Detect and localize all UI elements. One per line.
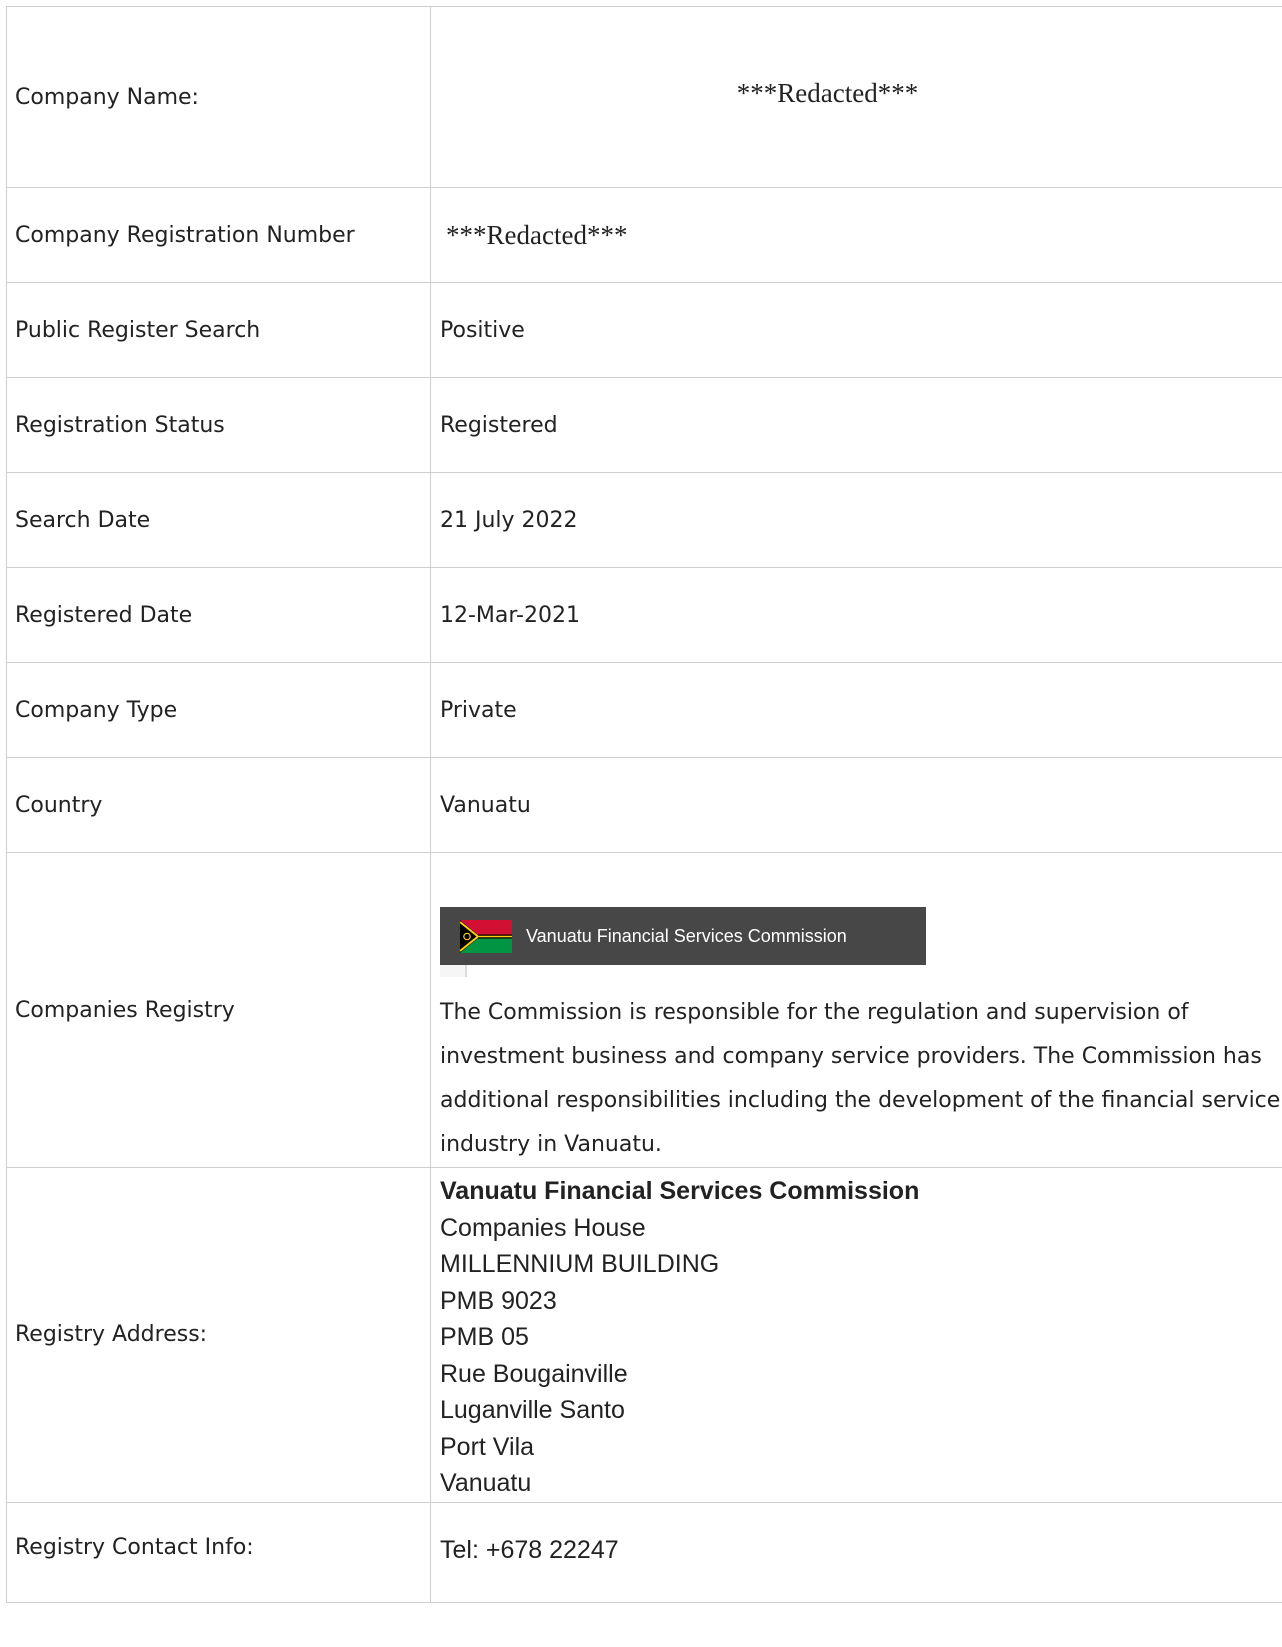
table-row: Registry Address: Vanuatu Financial Serv… <box>6 1167 1282 1503</box>
address-line: MILLENNIUM BUILDING <box>440 1250 720 1278</box>
company-details-table: Company Name: ***Redacted*** Company Reg… <box>6 6 1282 1603</box>
companies-registry-cell: Vanuatu Financial Services Commission Th… <box>430 852 1282 1168</box>
company-name-cell: ***Redacted*** <box>430 6 1282 188</box>
banner-tab-mark <box>440 965 467 977</box>
address-line: Vanuatu <box>440 1469 532 1497</box>
registry-address-cell: Vanuatu Financial Services Commission Co… <box>430 1167 1282 1503</box>
address-line: Rue Bougainville <box>440 1359 628 1388</box>
country-value: Vanuatu <box>430 757 1282 853</box>
registry-address-name: Vanuatu Financial Services Commission <box>440 1177 920 1205</box>
table-row: Company Registration Number ***Redacted*… <box>6 187 1282 283</box>
table-row: Registered Date 12-Mar-2021 <box>6 567 1282 663</box>
search-date-label: Search Date <box>6 472 431 568</box>
company-name-value: ***Redacted*** <box>736 77 919 108</box>
country-label: Country <box>6 757 431 853</box>
table-row: Search Date 21 July 2022 <box>6 472 1282 568</box>
registered-date-value: 12-Mar-2021 <box>430 567 1282 663</box>
address-line: PMB 9023 <box>440 1286 557 1315</box>
table-row: Registry Contact Info: Tel: +678 22247 <box>6 1501 1282 1603</box>
table-row: Company Name: ***Redacted*** <box>6 6 1282 188</box>
table-row: Registration Status Registered <box>6 377 1282 473</box>
address-line: Port Vila <box>440 1432 535 1461</box>
companies-registry-label: Companies Registry <box>6 852 431 1168</box>
search-date-value: 21 July 2022 <box>430 472 1282 568</box>
registry-banner: Vanuatu Financial Services Commission <box>440 907 926 965</box>
registry-description: The Commission is responsible for the re… <box>440 1000 1281 1157</box>
company-type-label: Company Type <box>6 662 431 758</box>
address-line: PMB 05 <box>440 1323 529 1351</box>
registry-banner-text: Vanuatu Financial Services Commission <box>526 925 847 946</box>
registration-status-value: Registered <box>430 377 1282 473</box>
registration-number-label: Company Registration Number <box>6 187 431 283</box>
table-row: Company Type Private <box>6 662 1282 758</box>
company-type-value: Private <box>430 662 1282 758</box>
registration-status-label: Registration Status <box>6 377 431 473</box>
public-register-search-value: Positive <box>430 282 1282 378</box>
registry-contact-cell: Tel: +678 22247 <box>430 1501 1282 1603</box>
table-row: Public Register Search Positive <box>6 282 1282 378</box>
table-row: Companies Registry Vanuatu Financial Ser… <box>6 852 1282 1168</box>
registry-contact-value: Tel: +678 22247 <box>440 1535 619 1564</box>
registration-number-cell: ***Redacted*** <box>430 187 1282 283</box>
public-register-search-label: Public Register Search <box>6 282 431 378</box>
banner-underline <box>440 965 926 977</box>
table-row: Country Vanuatu <box>6 757 1282 853</box>
registered-date-label: Registered Date <box>6 567 431 663</box>
address-line: Companies House <box>440 1213 646 1242</box>
address-line: Luganville Santo <box>440 1396 625 1424</box>
registry-address: Vanuatu Financial Services Commission Co… <box>440 1173 1282 1502</box>
registry-contact-label: Registry Contact Info: <box>6 1501 431 1603</box>
company-name-label: Company Name: <box>6 6 431 188</box>
registry-address-label: Registry Address: <box>6 1167 431 1503</box>
vanuatu-flag-icon <box>460 919 512 953</box>
registration-number-value: ***Redacted*** <box>446 219 628 250</box>
